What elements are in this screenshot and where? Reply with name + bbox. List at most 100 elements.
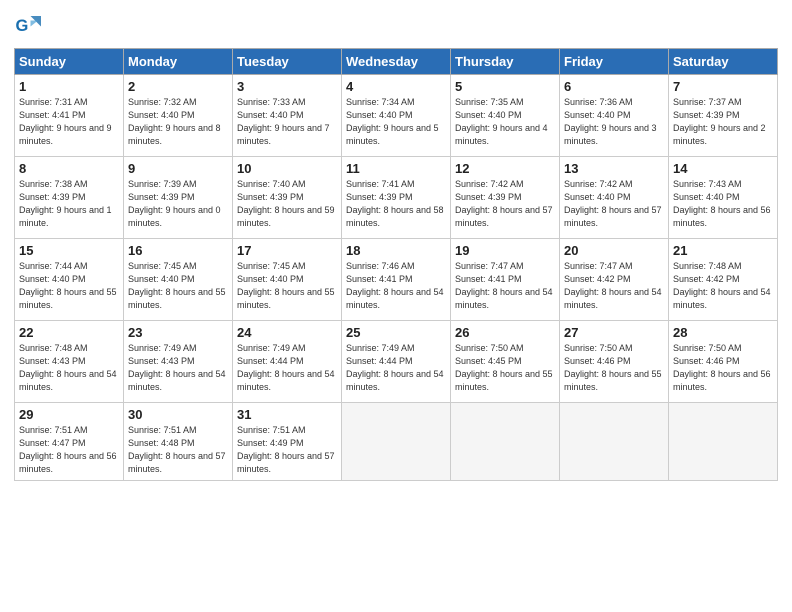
logo: G (14, 10, 48, 40)
day-number: 19 (455, 243, 555, 258)
logo-icon: G (14, 10, 44, 40)
day-detail: Sunrise: 7:45 AM Sunset: 4:40 PM Dayligh… (237, 260, 337, 312)
calendar-cell: 29 Sunrise: 7:51 AM Sunset: 4:47 PM Dayli… (15, 403, 124, 481)
day-number: 21 (673, 243, 773, 258)
calendar-cell: 10 Sunrise: 7:40 AM Sunset: 4:39 PM Dayli… (233, 157, 342, 239)
day-number: 31 (237, 407, 337, 422)
day-number: 11 (346, 161, 446, 176)
day-detail: Sunrise: 7:39 AM Sunset: 4:39 PM Dayligh… (128, 178, 228, 230)
day-detail: Sunrise: 7:33 AM Sunset: 4:40 PM Dayligh… (237, 96, 337, 148)
calendar-cell: 21 Sunrise: 7:48 AM Sunset: 4:42 PM Dayli… (669, 239, 778, 321)
day-number: 25 (346, 325, 446, 340)
day-number: 20 (564, 243, 664, 258)
calendar-cell: 1 Sunrise: 7:31 AM Sunset: 4:41 PM Daylig… (15, 75, 124, 157)
day-detail: Sunrise: 7:37 AM Sunset: 4:39 PM Dayligh… (673, 96, 773, 148)
day-detail: Sunrise: 7:35 AM Sunset: 4:40 PM Dayligh… (455, 96, 555, 148)
day-detail: Sunrise: 7:44 AM Sunset: 4:40 PM Dayligh… (19, 260, 119, 312)
day-number: 26 (455, 325, 555, 340)
day-detail: Sunrise: 7:49 AM Sunset: 4:44 PM Dayligh… (237, 342, 337, 394)
day-number: 1 (19, 79, 119, 94)
day-number: 15 (19, 243, 119, 258)
day-number: 2 (128, 79, 228, 94)
day-detail: Sunrise: 7:49 AM Sunset: 4:44 PM Dayligh… (346, 342, 446, 394)
calendar-day-header: Saturday (669, 49, 778, 75)
calendar-cell: 4 Sunrise: 7:34 AM Sunset: 4:40 PM Daylig… (342, 75, 451, 157)
day-number: 7 (673, 79, 773, 94)
day-detail: Sunrise: 7:38 AM Sunset: 4:39 PM Dayligh… (19, 178, 119, 230)
day-number: 29 (19, 407, 119, 422)
day-number: 30 (128, 407, 228, 422)
calendar-cell: 30 Sunrise: 7:51 AM Sunset: 4:48 PM Dayli… (124, 403, 233, 481)
calendar-cell: 20 Sunrise: 7:47 AM Sunset: 4:42 PM Dayli… (560, 239, 669, 321)
calendar-cell: 15 Sunrise: 7:44 AM Sunset: 4:40 PM Dayli… (15, 239, 124, 321)
day-detail: Sunrise: 7:51 AM Sunset: 4:47 PM Dayligh… (19, 424, 119, 476)
day-number: 3 (237, 79, 337, 94)
day-detail: Sunrise: 7:42 AM Sunset: 4:40 PM Dayligh… (564, 178, 664, 230)
day-detail: Sunrise: 7:48 AM Sunset: 4:43 PM Dayligh… (19, 342, 119, 394)
calendar-cell: 5Sunrise: 7:35 AM Sunset: 4:40 PM Daylig… (451, 75, 560, 157)
calendar-cell: 13 Sunrise: 7:42 AM Sunset: 4:40 PM Dayli… (560, 157, 669, 239)
calendar-cell (669, 403, 778, 481)
day-number: 10 (237, 161, 337, 176)
calendar-day-header: Wednesday (342, 49, 451, 75)
calendar-cell: 23 Sunrise: 7:49 AM Sunset: 4:43 PM Dayli… (124, 321, 233, 403)
day-number: 13 (564, 161, 664, 176)
calendar-cell: 2 Sunrise: 7:32 AM Sunset: 4:40 PM Daylig… (124, 75, 233, 157)
svg-text:G: G (16, 17, 29, 35)
day-detail: Sunrise: 7:46 AM Sunset: 4:41 PM Dayligh… (346, 260, 446, 312)
day-detail: Sunrise: 7:48 AM Sunset: 4:42 PM Dayligh… (673, 260, 773, 312)
day-number: 17 (237, 243, 337, 258)
day-detail: Sunrise: 7:50 AM Sunset: 4:45 PM Dayligh… (455, 342, 555, 394)
calendar-cell (451, 403, 560, 481)
calendar-header-row: SundayMondayTuesdayWednesdayThursdayFrid… (15, 49, 778, 75)
calendar-cell: 26 Sunrise: 7:50 AM Sunset: 4:45 PM Dayli… (451, 321, 560, 403)
day-detail: Sunrise: 7:34 AM Sunset: 4:40 PM Dayligh… (346, 96, 446, 148)
day-number: 4 (346, 79, 446, 94)
calendar-cell: 14 Sunrise: 7:43 AM Sunset: 4:40 PM Dayli… (669, 157, 778, 239)
day-number: 18 (346, 243, 446, 258)
day-detail: Sunrise: 7:36 AM Sunset: 4:40 PM Dayligh… (564, 96, 664, 148)
calendar-day-header: Thursday (451, 49, 560, 75)
day-detail: Sunrise: 7:47 AM Sunset: 4:41 PM Dayligh… (455, 260, 555, 312)
day-detail: Sunrise: 7:51 AM Sunset: 4:48 PM Dayligh… (128, 424, 228, 476)
calendar-day-header: Monday (124, 49, 233, 75)
day-number: 9 (128, 161, 228, 176)
calendar-cell: 6 Sunrise: 7:36 AM Sunset: 4:40 PM Daylig… (560, 75, 669, 157)
day-detail: Sunrise: 7:31 AM Sunset: 4:41 PM Dayligh… (19, 96, 119, 148)
day-number: 8 (19, 161, 119, 176)
day-detail: Sunrise: 7:47 AM Sunset: 4:42 PM Dayligh… (564, 260, 664, 312)
calendar-day-header: Friday (560, 49, 669, 75)
calendar-cell: 27Sunrise: 7:50 AM Sunset: 4:46 PM Dayli… (560, 321, 669, 403)
calendar-cell: 22 Sunrise: 7:48 AM Sunset: 4:43 PM Dayli… (15, 321, 124, 403)
day-detail: Sunrise: 7:43 AM Sunset: 4:40 PM Dayligh… (673, 178, 773, 230)
calendar-cell: 7 Sunrise: 7:37 AM Sunset: 4:39 PM Daylig… (669, 75, 778, 157)
day-number: 6 (564, 79, 664, 94)
header: G (14, 10, 778, 40)
day-number: 14 (673, 161, 773, 176)
calendar-cell: 12Sunrise: 7:42 AM Sunset: 4:39 PM Dayli… (451, 157, 560, 239)
day-detail: Sunrise: 7:32 AM Sunset: 4:40 PM Dayligh… (128, 96, 228, 148)
day-number: 28 (673, 325, 773, 340)
page-container: G SundayMondayTuesdayWednesdayThursdayFr… (0, 0, 792, 491)
calendar-cell: 3 Sunrise: 7:33 AM Sunset: 4:40 PM Daylig… (233, 75, 342, 157)
calendar-cell: 18 Sunrise: 7:46 AM Sunset: 4:41 PM Dayli… (342, 239, 451, 321)
calendar-day-header: Sunday (15, 49, 124, 75)
calendar-cell: 16Sunrise: 7:45 AM Sunset: 4:40 PM Dayli… (124, 239, 233, 321)
day-detail: Sunrise: 7:50 AM Sunset: 4:46 PM Dayligh… (673, 342, 773, 394)
day-number: 16 (128, 243, 228, 258)
calendar-cell: 28 Sunrise: 7:50 AM Sunset: 4:46 PM Dayli… (669, 321, 778, 403)
day-detail: Sunrise: 7:42 AM Sunset: 4:39 PM Dayligh… (455, 178, 555, 230)
day-detail: Sunrise: 7:40 AM Sunset: 4:39 PM Dayligh… (237, 178, 337, 230)
day-number: 22 (19, 325, 119, 340)
day-number: 24 (237, 325, 337, 340)
day-number: 27 (564, 325, 664, 340)
day-detail: Sunrise: 7:49 AM Sunset: 4:43 PM Dayligh… (128, 342, 228, 394)
calendar-cell (342, 403, 451, 481)
calendar-cell: 8 Sunrise: 7:38 AM Sunset: 4:39 PM Daylig… (15, 157, 124, 239)
calendar-cell: 17 Sunrise: 7:45 AM Sunset: 4:40 PM Dayli… (233, 239, 342, 321)
day-detail: Sunrise: 7:41 AM Sunset: 4:39 PM Dayligh… (346, 178, 446, 230)
day-number: 23 (128, 325, 228, 340)
calendar-cell: 11 Sunrise: 7:41 AM Sunset: 4:39 PM Dayli… (342, 157, 451, 239)
calendar-cell: 24 Sunrise: 7:49 AM Sunset: 4:44 PM Dayli… (233, 321, 342, 403)
day-detail: Sunrise: 7:51 AM Sunset: 4:49 PM Dayligh… (237, 424, 337, 476)
